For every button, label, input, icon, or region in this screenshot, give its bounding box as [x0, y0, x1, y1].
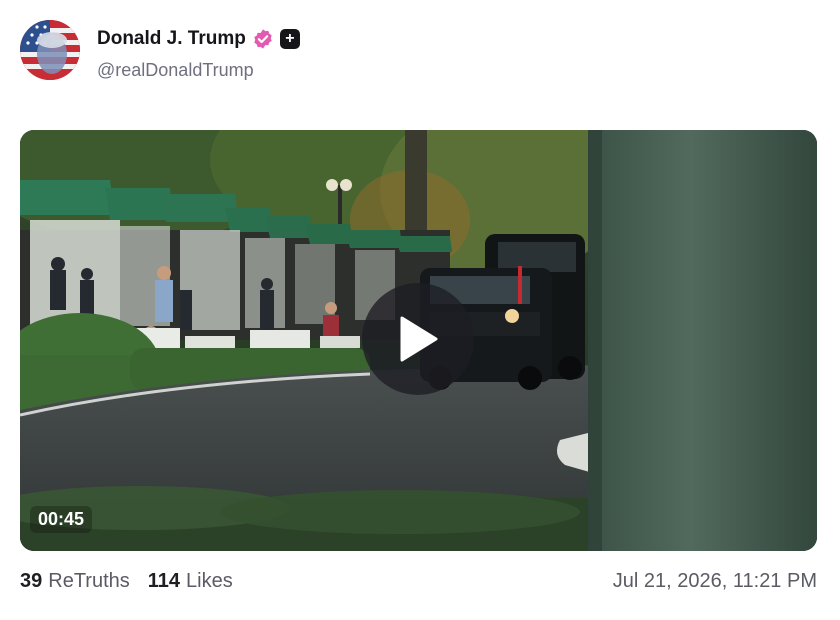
retruths-label: ReTruths [48, 569, 130, 592]
author-handle[interactable]: @realDonaldTrump [97, 60, 254, 81]
post-footer: 39 ReTruths 114 Likes Jul 21, 2026, 11:2… [20, 566, 817, 596]
retruths-count: 39 [20, 569, 43, 592]
play-button[interactable] [362, 283, 474, 395]
likes-count: 114 [147, 569, 181, 592]
play-icon [400, 316, 438, 362]
post-header: Donald J. Trump + @realDonaldTrump [20, 20, 820, 82]
plus-badge-icon: + [279, 29, 300, 49]
video-duration: 00:45 [30, 506, 93, 533]
likes-label: Likes [186, 569, 233, 592]
likes-stat[interactable]: 114 Likes [148, 570, 233, 593]
avatar[interactable] [20, 20, 80, 80]
retruths-stat[interactable]: 39 ReTruths [20, 570, 130, 593]
verified-badge-icon [254, 29, 272, 49]
post-timestamp[interactable]: Jul 21, 2026, 11:21 PM [613, 570, 817, 593]
author-display-name[interactable]: Donald J. Trump [97, 28, 246, 50]
video-player[interactable]: 00:45 [20, 130, 817, 551]
author-name-row: Donald J. Trump + [97, 28, 300, 50]
avatar-image [20, 20, 80, 80]
